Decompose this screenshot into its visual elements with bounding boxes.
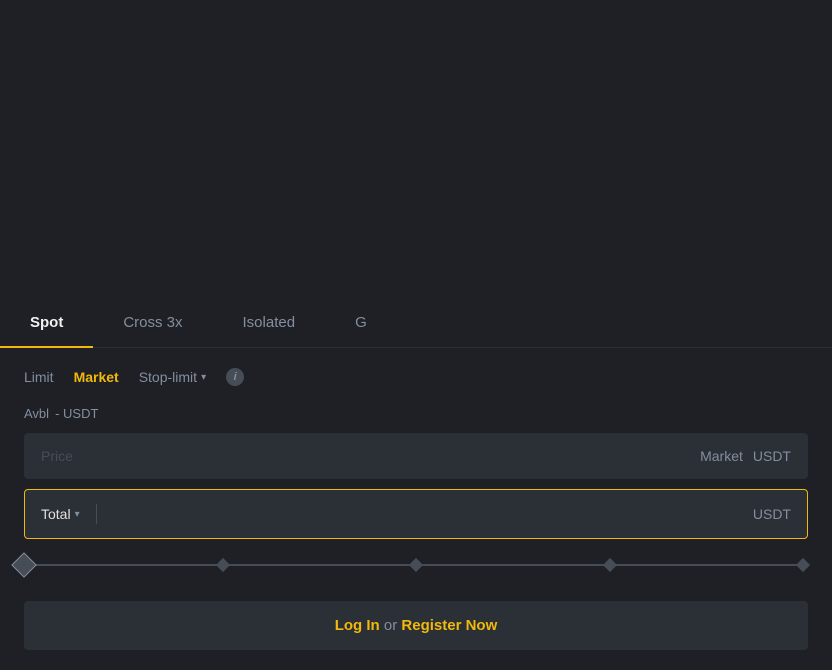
slider-dot-50[interactable] [409, 558, 423, 572]
limit-order-btn[interactable]: Limit [24, 369, 54, 385]
price-currency: USDT [753, 448, 791, 464]
price-placeholder: Price [41, 448, 73, 464]
login-link[interactable]: Log In [335, 617, 380, 634]
price-input-field: Price Market USDT [24, 433, 808, 479]
slider-section [0, 539, 832, 591]
tab-cross3x[interactable]: Cross 3x [93, 298, 212, 347]
total-input-field[interactable]: Total ▾ USDT [24, 489, 808, 539]
slider-dot-25[interactable] [215, 558, 229, 572]
total-label: Total [41, 506, 71, 522]
stop-limit-btn[interactable]: Stop-limit [139, 369, 197, 385]
market-order-btn[interactable]: Market [74, 369, 119, 385]
avbl-label: Avbl [24, 406, 49, 421]
login-section: Log In or Register Now [0, 591, 832, 650]
tab-isolated[interactable]: Isolated [213, 298, 326, 347]
total-inner: Total ▾ [41, 504, 753, 524]
stop-limit-wrapper: Stop-limit ▾ [139, 369, 206, 385]
price-input-right: Market USDT [700, 448, 791, 464]
input-section: Price Market USDT Total ▾ USDT [0, 433, 832, 539]
tab-g[interactable]: G [325, 298, 397, 347]
tab-spot[interactable]: Spot [0, 298, 93, 347]
tab-bar: Spot Cross 3x Isolated G [0, 298, 832, 348]
total-currency: USDT [753, 506, 791, 522]
slider-dot-100[interactable] [796, 558, 810, 572]
info-icon[interactable]: i [226, 368, 244, 386]
avbl-value: - USDT [55, 406, 98, 421]
total-dropdown[interactable]: Total ▾ [41, 506, 80, 522]
stop-limit-dropdown-icon[interactable]: ▾ [201, 372, 206, 383]
slider-dot-75[interactable] [602, 558, 616, 572]
slider-dots [24, 560, 808, 570]
total-dropdown-icon[interactable]: ▾ [75, 509, 80, 520]
total-divider [96, 504, 97, 524]
avbl-row: Avbl - USDT [0, 402, 832, 433]
login-register-button[interactable]: Log In or Register Now [24, 601, 808, 650]
order-types: Limit Market Stop-limit ▾ i [0, 348, 832, 402]
price-market-label: Market [700, 448, 743, 464]
total-amount-input[interactable] [113, 506, 753, 522]
login-separator: or [384, 617, 402, 634]
slider-container[interactable] [24, 555, 808, 575]
slider-handle[interactable] [11, 552, 36, 577]
register-link[interactable]: Register Now [401, 617, 497, 634]
trading-panel: Spot Cross 3x Isolated G Limit Market St… [0, 298, 832, 670]
